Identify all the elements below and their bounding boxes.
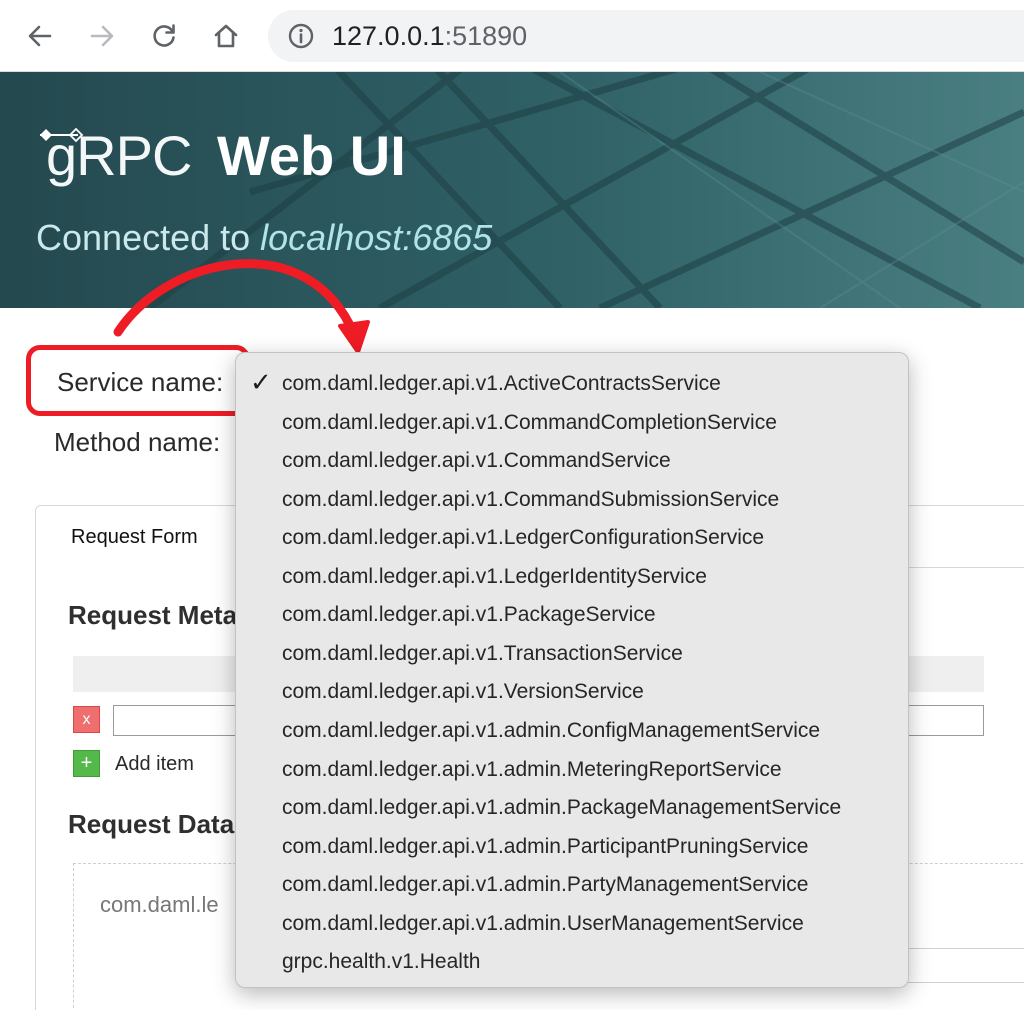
browser-toolbar: 127.0.0.1:51890 xyxy=(0,0,1024,72)
dropdown-option-label: com.daml.ledger.api.v1.admin.PackageMana… xyxy=(282,796,842,820)
method-name-label: Method name: xyxy=(54,427,221,457)
annotation-arrow xyxy=(113,259,370,354)
dropdown-option[interactable]: com.daml.ledger.api.v1.admin.UserManagem… xyxy=(236,905,908,943)
dropdown-option-label: com.daml.ledger.api.v1.CommandSubmission… xyxy=(282,487,780,511)
forward-button[interactable] xyxy=(80,14,124,58)
dropdown-option[interactable]: com.daml.ledger.api.v1.TransactionServic… xyxy=(236,635,908,673)
dropdown-option[interactable]: com.daml.ledger.api.v1.CommandSubmission… xyxy=(236,481,908,519)
request-data-type: com.daml.le xyxy=(100,892,219,917)
back-arrow-icon xyxy=(28,25,52,47)
reload-button[interactable] xyxy=(142,14,186,58)
dropdown-option-label: com.daml.ledger.api.v1.admin.ConfigManag… xyxy=(282,718,821,742)
tab-request-form[interactable]: Request Form xyxy=(71,524,198,550)
dropdown-option-label: com.daml.ledger.api.v1.LedgerIdentitySer… xyxy=(282,564,707,588)
dropdown-option[interactable]: ✓ com.daml.ledger.api.v1.ActiveContractsS… xyxy=(236,365,908,403)
service-name-dropdown[interactable]: ✓ com.daml.ledger.api.v1.ActiveContractsS… xyxy=(235,352,909,988)
url-port: :51890 xyxy=(444,21,528,51)
dropdown-option[interactable]: com.daml.ledger.api.v1.admin.PartyManage… xyxy=(236,866,908,904)
address-bar[interactable]: 127.0.0.1:51890 xyxy=(268,10,1024,62)
home-icon xyxy=(214,24,238,48)
dropdown-option[interactable]: com.daml.ledger.api.v1.PackageService xyxy=(236,596,908,634)
add-item-label[interactable]: Add item xyxy=(115,751,194,777)
dropdown-option[interactable]: com.daml.ledger.api.v1.CommandCompletion… xyxy=(236,404,908,442)
app-title: Web UI xyxy=(217,124,406,187)
reload-icon xyxy=(153,24,175,47)
dropdown-option-label: com.daml.ledger.api.v1.admin.Participant… xyxy=(282,834,809,858)
dropdown-option[interactable]: com.daml.ledger.api.v1.admin.Participant… xyxy=(236,828,908,866)
dropdown-option-label: com.daml.ledger.api.v1.LedgerConfigurati… xyxy=(282,526,765,550)
remove-item-button[interactable]: x xyxy=(73,706,100,733)
checkmark-icon: ✓ xyxy=(250,368,272,398)
info-icon[interactable] xyxy=(288,23,314,49)
data-field-line xyxy=(905,982,1024,983)
dropdown-option[interactable]: com.daml.ledger.api.v1.VersionService xyxy=(236,673,908,711)
dropdown-option-label: com.daml.ledger.api.v1.PackageService xyxy=(282,603,656,627)
dropdown-option[interactable]: grpc.health.v1.Health xyxy=(236,943,908,981)
dropdown-option[interactable]: com.daml.ledger.api.v1.LedgerIdentitySer… xyxy=(236,558,908,596)
data-field-line xyxy=(905,948,1024,949)
dropdown-option-label: com.daml.ledger.api.v1.admin.PartyManage… xyxy=(282,873,809,897)
request-data-title: Request Data xyxy=(68,809,235,839)
dropdown-option-label: com.daml.ledger.api.v1.admin.UserManagem… xyxy=(282,911,804,935)
dropdown-option-label: com.daml.ledger.api.v1.VersionService xyxy=(282,680,644,704)
request-metadata-title: Request Meta xyxy=(68,600,238,630)
dropdown-option-label: com.daml.ledger.api.v1.TransactionServic… xyxy=(282,641,683,665)
add-item-button[interactable]: + xyxy=(73,750,100,777)
forward-arrow-icon xyxy=(90,25,114,47)
dropdown-option-label: com.daml.ledger.api.v1.CommandCompletion… xyxy=(282,410,777,434)
dropdown-option[interactable]: com.daml.ledger.api.v1.admin.MeteringRep… xyxy=(236,751,908,789)
url-host: 127.0.0.1 xyxy=(332,21,445,51)
url-text[interactable]: 127.0.0.1:51890 xyxy=(332,21,527,51)
home-button[interactable] xyxy=(204,14,248,58)
dropdown-option[interactable]: com.daml.ledger.api.v1.LedgerConfigurati… xyxy=(236,519,908,557)
dropdown-option-label: grpc.health.v1.Health xyxy=(282,950,481,974)
dropdown-option[interactable]: com.daml.ledger.api.v1.admin.ConfigManag… xyxy=(236,712,908,750)
dropdown-option-label: com.daml.ledger.api.v1.admin.MeteringRep… xyxy=(282,757,782,781)
dropdown-option[interactable]: com.daml.ledger.api.v1.CommandService xyxy=(236,442,908,480)
dropdown-option-label: com.daml.ledger.api.v1.CommandService xyxy=(282,449,671,473)
dropdown-option-label: com.daml.ledger.api.v1.ActiveContractsSe… xyxy=(282,372,721,395)
grpc-logo-text: gRPC xyxy=(46,124,192,187)
dropdown-option[interactable]: com.daml.ledger.api.v1.admin.PackageMana… xyxy=(236,789,908,827)
back-button[interactable] xyxy=(18,14,62,58)
